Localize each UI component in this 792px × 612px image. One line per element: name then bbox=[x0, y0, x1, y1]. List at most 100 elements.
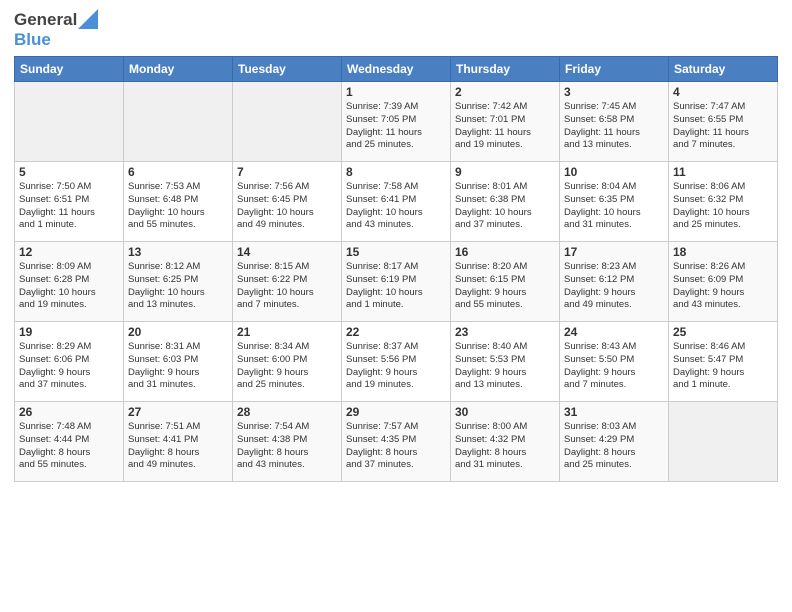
day-info: Sunrise: 7:50 AM Sunset: 6:51 PM Dayligh… bbox=[19, 181, 119, 232]
calendar-cell: 27 Sunrise: 7:51 AM Sunset: 4:41 PM Dayli… bbox=[124, 402, 233, 482]
calendar-week-row: 12 Sunrise: 8:09 AM Sunset: 6:28 PM Dayli… bbox=[15, 242, 778, 322]
day-number: 31 bbox=[564, 405, 664, 419]
calendar-header-saturday: Saturday bbox=[669, 57, 778, 82]
calendar-cell: 23 Sunrise: 8:40 AM Sunset: 5:53 PM Dayli… bbox=[451, 322, 560, 402]
calendar-cell: 3 Sunrise: 7:45 AM Sunset: 6:58 PM Daylig… bbox=[560, 82, 669, 162]
calendar-cell: 10Sunrise: 8:04 AM Sunset: 6:35 PM Dayli… bbox=[560, 162, 669, 242]
day-number: 13 bbox=[128, 245, 228, 259]
calendar-cell bbox=[233, 82, 342, 162]
calendar-cell: 13Sunrise: 8:12 AM Sunset: 6:25 PM Dayli… bbox=[124, 242, 233, 322]
day-number: 8 bbox=[346, 165, 446, 179]
day-info: Sunrise: 8:46 AM Sunset: 5:47 PM Dayligh… bbox=[673, 341, 773, 392]
calendar-cell: 19 Sunrise: 8:29 AM Sunset: 6:06 PM Dayli… bbox=[15, 322, 124, 402]
day-info: Sunrise: 8:15 AM Sunset: 6:22 PM Dayligh… bbox=[237, 261, 337, 312]
calendar-week-row: 19 Sunrise: 8:29 AM Sunset: 6:06 PM Dayli… bbox=[15, 322, 778, 402]
calendar-header-wednesday: Wednesday bbox=[342, 57, 451, 82]
day-number: 30 bbox=[455, 405, 555, 419]
day-info: Sunrise: 8:09 AM Sunset: 6:28 PM Dayligh… bbox=[19, 261, 119, 312]
logo-general-text: General bbox=[14, 10, 77, 30]
day-info: Sunrise: 8:17 AM Sunset: 6:19 PM Dayligh… bbox=[346, 261, 446, 312]
day-number: 26 bbox=[19, 405, 119, 419]
calendar-cell: 22Sunrise: 8:37 AM Sunset: 5:56 PM Dayli… bbox=[342, 322, 451, 402]
calendar-header-row: SundayMondayTuesdayWednesdayThursdayFrid… bbox=[15, 57, 778, 82]
day-info: Sunrise: 7:39 AM Sunset: 7:05 PM Dayligh… bbox=[346, 101, 446, 152]
calendar-cell: 24 Sunrise: 8:43 AM Sunset: 5:50 PM Dayli… bbox=[560, 322, 669, 402]
day-number: 25 bbox=[673, 325, 773, 339]
logo-blue-text: Blue bbox=[14, 30, 51, 49]
calendar-header-tuesday: Tuesday bbox=[233, 57, 342, 82]
calendar-cell: 21 Sunrise: 8:34 AM Sunset: 6:00 PM Dayli… bbox=[233, 322, 342, 402]
calendar-cell: 11 Sunrise: 8:06 AM Sunset: 6:32 PM Dayli… bbox=[669, 162, 778, 242]
calendar-cell: 18 Sunrise: 8:26 AM Sunset: 6:09 PM Dayli… bbox=[669, 242, 778, 322]
day-number: 9 bbox=[455, 165, 555, 179]
calendar-cell: 9Sunrise: 8:01 AM Sunset: 6:38 PM Daylig… bbox=[451, 162, 560, 242]
day-number: 11 bbox=[673, 165, 773, 179]
day-info: Sunrise: 7:53 AM Sunset: 6:48 PM Dayligh… bbox=[128, 181, 228, 232]
day-info: Sunrise: 7:51 AM Sunset: 4:41 PM Dayligh… bbox=[128, 421, 228, 472]
calendar-cell: 26 Sunrise: 7:48 AM Sunset: 4:44 PM Dayli… bbox=[15, 402, 124, 482]
day-info: Sunrise: 8:31 AM Sunset: 6:03 PM Dayligh… bbox=[128, 341, 228, 392]
day-number: 18 bbox=[673, 245, 773, 259]
day-number: 15 bbox=[346, 245, 446, 259]
calendar-cell: 16 Sunrise: 8:20 AM Sunset: 6:15 PM Dayli… bbox=[451, 242, 560, 322]
calendar-cell: 5 Sunrise: 7:50 AM Sunset: 6:51 PM Daylig… bbox=[15, 162, 124, 242]
calendar-week-row: 1 Sunrise: 7:39 AM Sunset: 7:05 PM Daylig… bbox=[15, 82, 778, 162]
day-number: 14 bbox=[237, 245, 337, 259]
day-number: 21 bbox=[237, 325, 337, 339]
day-number: 24 bbox=[564, 325, 664, 339]
calendar-header-monday: Monday bbox=[124, 57, 233, 82]
day-number: 4 bbox=[673, 85, 773, 99]
day-info: Sunrise: 7:57 AM Sunset: 4:35 PM Dayligh… bbox=[346, 421, 446, 472]
logo: General Blue bbox=[14, 10, 98, 50]
day-info: Sunrise: 8:20 AM Sunset: 6:15 PM Dayligh… bbox=[455, 261, 555, 312]
day-info: Sunrise: 8:40 AM Sunset: 5:53 PM Dayligh… bbox=[455, 341, 555, 392]
calendar-cell: 14 Sunrise: 8:15 AM Sunset: 6:22 PM Dayli… bbox=[233, 242, 342, 322]
day-number: 27 bbox=[128, 405, 228, 419]
calendar-header-friday: Friday bbox=[560, 57, 669, 82]
day-number: 6 bbox=[128, 165, 228, 179]
day-info: Sunrise: 8:29 AM Sunset: 6:06 PM Dayligh… bbox=[19, 341, 119, 392]
day-number: 23 bbox=[455, 325, 555, 339]
calendar-cell: 15 Sunrise: 8:17 AM Sunset: 6:19 PM Dayli… bbox=[342, 242, 451, 322]
calendar-week-row: 26 Sunrise: 7:48 AM Sunset: 4:44 PM Dayli… bbox=[15, 402, 778, 482]
calendar-cell: 1 Sunrise: 7:39 AM Sunset: 7:05 PM Daylig… bbox=[342, 82, 451, 162]
page-container: General Blue SundayMondayTuesdayWednesda… bbox=[0, 0, 792, 490]
day-info: Sunrise: 7:42 AM Sunset: 7:01 PM Dayligh… bbox=[455, 101, 555, 152]
calendar-cell bbox=[669, 402, 778, 482]
day-info: Sunrise: 7:58 AM Sunset: 6:41 PM Dayligh… bbox=[346, 181, 446, 232]
calendar-cell: 31 Sunrise: 8:03 AM Sunset: 4:29 PM Dayli… bbox=[560, 402, 669, 482]
calendar-cell bbox=[124, 82, 233, 162]
day-number: 7 bbox=[237, 165, 337, 179]
day-info: Sunrise: 8:34 AM Sunset: 6:00 PM Dayligh… bbox=[237, 341, 337, 392]
day-info: Sunrise: 7:56 AM Sunset: 6:45 PM Dayligh… bbox=[237, 181, 337, 232]
calendar-cell: 17Sunrise: 8:23 AM Sunset: 6:12 PM Dayli… bbox=[560, 242, 669, 322]
day-number: 19 bbox=[19, 325, 119, 339]
day-number: 17 bbox=[564, 245, 664, 259]
calendar-cell: 8 Sunrise: 7:58 AM Sunset: 6:41 PM Daylig… bbox=[342, 162, 451, 242]
calendar-cell bbox=[15, 82, 124, 162]
day-info: Sunrise: 8:43 AM Sunset: 5:50 PM Dayligh… bbox=[564, 341, 664, 392]
calendar-cell: 7 Sunrise: 7:56 AM Sunset: 6:45 PM Daylig… bbox=[233, 162, 342, 242]
day-number: 2 bbox=[455, 85, 555, 99]
day-number: 16 bbox=[455, 245, 555, 259]
day-info: Sunrise: 8:06 AM Sunset: 6:32 PM Dayligh… bbox=[673, 181, 773, 232]
day-info: Sunrise: 7:45 AM Sunset: 6:58 PM Dayligh… bbox=[564, 101, 664, 152]
day-number: 3 bbox=[564, 85, 664, 99]
day-info: Sunrise: 7:48 AM Sunset: 4:44 PM Dayligh… bbox=[19, 421, 119, 472]
day-info: Sunrise: 8:03 AM Sunset: 4:29 PM Dayligh… bbox=[564, 421, 664, 472]
calendar-cell: 30 Sunrise: 8:00 AM Sunset: 4:32 PM Dayli… bbox=[451, 402, 560, 482]
calendar-cell: 20Sunrise: 8:31 AM Sunset: 6:03 PM Dayli… bbox=[124, 322, 233, 402]
logo-icon bbox=[78, 9, 98, 29]
day-info: Sunrise: 8:26 AM Sunset: 6:09 PM Dayligh… bbox=[673, 261, 773, 312]
day-info: Sunrise: 8:37 AM Sunset: 5:56 PM Dayligh… bbox=[346, 341, 446, 392]
calendar-week-row: 5 Sunrise: 7:50 AM Sunset: 6:51 PM Daylig… bbox=[15, 162, 778, 242]
day-number: 10 bbox=[564, 165, 664, 179]
day-number: 12 bbox=[19, 245, 119, 259]
day-number: 5 bbox=[19, 165, 119, 179]
calendar-header-sunday: Sunday bbox=[15, 57, 124, 82]
calendar-table: SundayMondayTuesdayWednesdayThursdayFrid… bbox=[14, 56, 778, 482]
calendar-cell: 29Sunrise: 7:57 AM Sunset: 4:35 PM Dayli… bbox=[342, 402, 451, 482]
day-info: Sunrise: 8:00 AM Sunset: 4:32 PM Dayligh… bbox=[455, 421, 555, 472]
day-info: Sunrise: 7:54 AM Sunset: 4:38 PM Dayligh… bbox=[237, 421, 337, 472]
day-number: 1 bbox=[346, 85, 446, 99]
